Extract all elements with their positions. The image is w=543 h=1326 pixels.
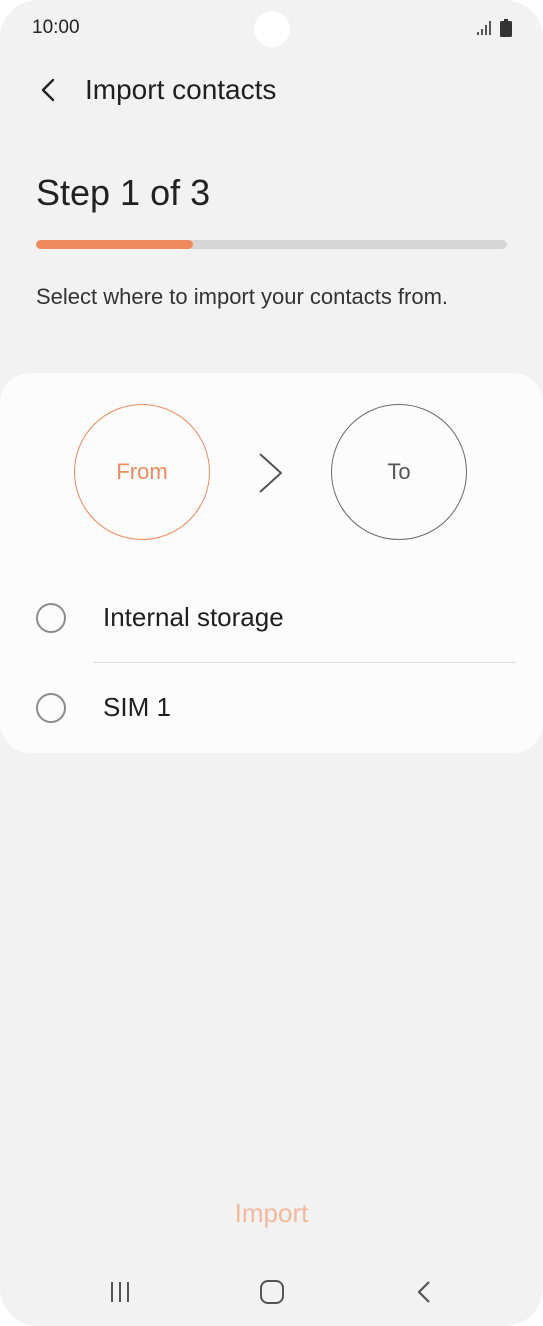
back-icon	[417, 1281, 430, 1303]
navigation-bar	[0, 1262, 543, 1322]
chevron-right-icon	[259, 453, 282, 493]
recent-apps-icon	[111, 1282, 129, 1302]
home-icon	[260, 1280, 284, 1304]
from-circle: From	[74, 404, 210, 540]
status-bar: 10:00	[0, 0, 543, 56]
source-card: From To Internal storage SIM 1	[0, 373, 543, 753]
chevron-left-icon	[41, 78, 55, 102]
page-title: Import contacts	[85, 74, 277, 105]
instruction-text: Select where to import your contacts fro…	[36, 284, 449, 309]
nav-back-button[interactable]	[394, 1272, 454, 1312]
recent-apps-button[interactable]	[90, 1272, 150, 1312]
status-time: 10:00	[32, 17, 80, 38]
progress-fill	[36, 240, 193, 249]
to-circle: To	[331, 404, 467, 540]
option-label: SIM 1	[103, 692, 171, 722]
home-button[interactable]	[242, 1272, 302, 1312]
import-button[interactable]: Import	[190, 1190, 353, 1236]
battery-icon	[500, 19, 512, 37]
progress-bar	[36, 240, 507, 249]
from-label: From	[116, 459, 168, 484]
to-label: To	[387, 459, 411, 484]
back-button[interactable]	[28, 70, 68, 110]
radio-button[interactable]	[36, 693, 66, 723]
camera-cutout	[254, 11, 290, 47]
option-sim-1[interactable]: SIM 1	[0, 663, 543, 753]
phone-screen: 10:00 Import contacts Step 1 of 3 Select…	[0, 0, 543, 1326]
option-label: Internal storage	[103, 602, 284, 632]
option-internal-storage[interactable]: Internal storage	[0, 573, 543, 663]
app-header: Import contacts	[0, 60, 543, 120]
step-title: Step 1 of 3	[36, 172, 211, 213]
radio-button[interactable]	[36, 603, 66, 633]
signal-icon	[477, 21, 491, 35]
